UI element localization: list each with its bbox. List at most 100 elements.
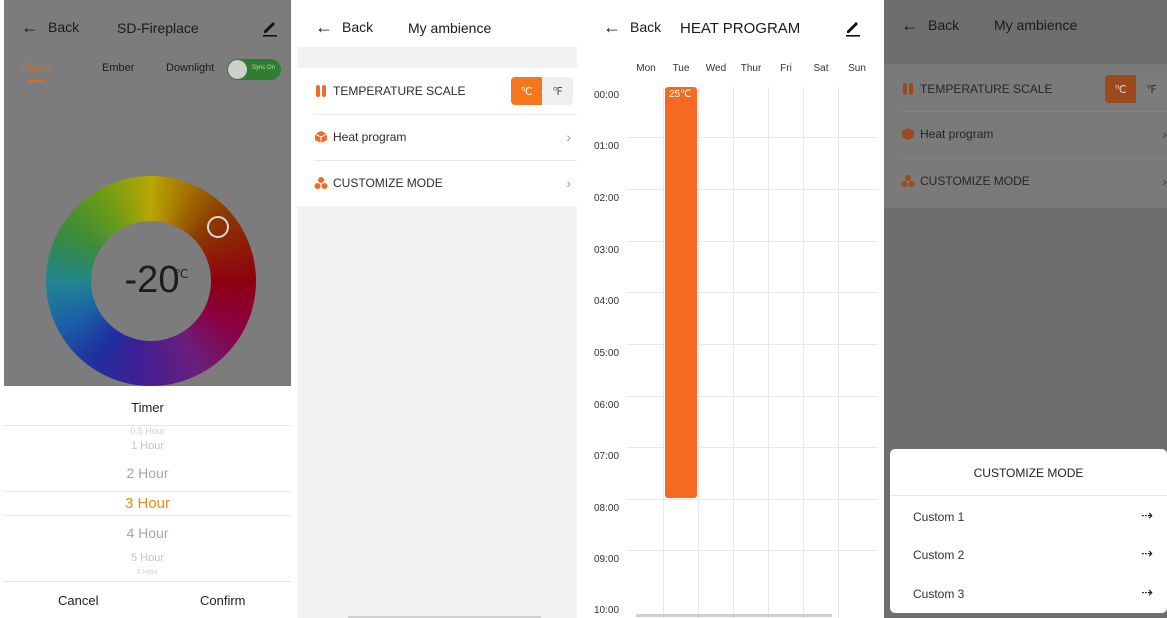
time-label: 10:00: [594, 605, 620, 616]
selection-line-bottom: [4, 515, 291, 516]
grid-line: [803, 87, 804, 618]
tab-flame[interactable]: Flame: [20, 62, 51, 82]
settings-menu-dimmed: TEMPERATURE SCALE ℃ ℉ Heat program › CUS…: [884, 64, 1167, 208]
page-title: SD-Fireplace: [117, 20, 199, 36]
menu-item-customize-mode[interactable]: CUSTOMIZE MODE ›: [297, 160, 577, 206]
time-label: 02:00: [594, 193, 620, 204]
time-label: 04:00: [594, 296, 620, 307]
grid-line: [627, 550, 878, 551]
arrow-right-icon: ⇢: [1141, 545, 1153, 561]
unit-fahrenheit-button[interactable]: ℉: [1136, 75, 1167, 103]
timer-option[interactable]: 5 Hour: [4, 552, 291, 564]
timer-option[interactable]: 1 Hour: [4, 440, 291, 452]
color-wheel-handle[interactable]: [207, 216, 229, 238]
time-label: 06:00: [594, 400, 620, 411]
grid-line: [733, 87, 734, 618]
timer-option[interactable]: 2 Hour: [4, 465, 291, 481]
settings-menu: TEMPERATURE SCALE ℃ ℉ Heat program › CUS…: [297, 68, 577, 206]
cube-icon: [314, 131, 328, 143]
menu-item-label: TEMPERATURE SCALE: [920, 82, 1053, 96]
custom-option-label: Custom 1: [913, 510, 965, 524]
day-header-fri: Fri: [780, 63, 792, 74]
timer-option[interactable]: 0.5 Hour: [4, 426, 291, 436]
day-header-mon: Mon: [636, 63, 656, 74]
divider: [4, 581, 291, 582]
thermo-bars-icon: [316, 85, 326, 97]
dots-cluster-icon: [901, 175, 915, 187]
heat-program-block[interactable]: 25℃: [665, 87, 697, 498]
unit-celsius-button[interactable]: ℃: [511, 77, 542, 105]
confirm-button[interactable]: Confirm: [200, 593, 246, 608]
edit-icon[interactable]: [261, 19, 279, 37]
menu-item-label: Heat program: [920, 127, 994, 141]
fireplace-panel: ← Back SD-Fireplace Flame Ember Downligh…: [4, 0, 291, 618]
arrow-right-icon: ⇢: [1141, 584, 1153, 600]
thermo-bars-icon: [903, 83, 913, 95]
unit-selector: ℃ ℉: [1105, 75, 1167, 103]
day-header-thur: Thur: [740, 63, 762, 74]
menu-item-label: TEMPERATURE SCALE: [333, 84, 466, 98]
timer-option[interactable]: 4 Hour: [4, 525, 291, 541]
menu-item-temperature-scale[interactable]: TEMPERATURE SCALE ℃ ℉: [884, 66, 1167, 112]
customize-mode-sheet: CUSTOMIZE MODE Custom 1 ⇢ Custom 2 ⇢ Cus…: [890, 449, 1167, 613]
menu-item-heat-program[interactable]: Heat program ›: [884, 111, 1167, 157]
tab-downlight[interactable]: Downlight: [166, 62, 214, 74]
dots-cluster-icon: [314, 177, 328, 189]
unit-fahrenheit-button[interactable]: ℉: [542, 77, 573, 105]
grid-line: [698, 87, 699, 618]
back-button[interactable]: ← Back: [603, 18, 661, 36]
menu-item-temperature-scale[interactable]: TEMPERATURE SCALE ℃ ℉: [297, 68, 577, 114]
page-title: My ambience: [994, 17, 1078, 33]
menu-item-heat-program[interactable]: Heat program ›: [297, 114, 577, 160]
chevron-right-icon: ›: [1162, 173, 1167, 189]
toggle-knob: [228, 60, 247, 79]
unit-celsius-button[interactable]: ℃: [1105, 75, 1136, 103]
timer-option[interactable]: 6 Hour: [4, 569, 291, 576]
day-header-sat: Sat: [813, 63, 829, 74]
menu-item-customize-mode[interactable]: CUSTOMIZE MODE ›: [884, 158, 1167, 204]
arrow-right-icon: ⇢: [1141, 507, 1153, 523]
back-label: Back: [928, 17, 960, 33]
heat-program-panel: ← Back HEAT PROGRAM Mon Tue Wed Thur Fri…: [581, 0, 878, 618]
time-label: 09:00: [594, 554, 620, 565]
timer-sheet: Timer 0.5 Hour 1 Hour 2 Hour 3 Hour 4 Ho…: [4, 386, 291, 618]
cancel-button[interactable]: Cancel: [58, 593, 98, 608]
custom-option-2[interactable]: Custom 2 ⇢: [890, 536, 1167, 574]
screenshot-collage: ← Back SD-Fireplace Flame Ember Downligh…: [0, 0, 1167, 618]
back-label: Back: [342, 19, 374, 35]
program-temperature: 25℃: [669, 89, 692, 100]
custom-option-1[interactable]: Custom 1 ⇢: [890, 498, 1167, 536]
page-title: My ambience: [408, 20, 492, 36]
custom-option-label: Custom 3: [913, 587, 965, 601]
back-arrow-icon: ←: [901, 15, 919, 35]
cube-icon: [902, 128, 914, 140]
chevron-right-icon: ›: [566, 175, 571, 191]
chevron-right-icon: ›: [1162, 126, 1167, 142]
sync-toggle[interactable]: Sync On: [227, 59, 281, 80]
grid-line: [838, 87, 839, 618]
menu-item-label: CUSTOMIZE MODE: [920, 174, 1030, 188]
page-title: HEAT PROGRAM: [680, 20, 801, 37]
time-label: 00:00: [594, 90, 620, 101]
back-label: Back: [48, 19, 80, 35]
custom-option-3[interactable]: Custom 3 ⇢: [890, 575, 1167, 613]
back-arrow-icon: ←: [603, 17, 621, 37]
back-arrow-icon: ←: [315, 17, 333, 37]
menu-item-label: CUSTOMIZE MODE: [333, 176, 443, 190]
temperature-unit: ℃: [175, 267, 189, 281]
timer-option-selected[interactable]: 3 Hour: [4, 495, 291, 512]
home-indicator: [636, 614, 832, 617]
day-header-tue: Tue: [672, 63, 690, 74]
unit-selector: ℃ ℉: [511, 77, 573, 105]
back-button[interactable]: ← Back: [315, 18, 373, 36]
back-label: Back: [630, 19, 662, 35]
grid-line: [663, 87, 664, 618]
edit-icon[interactable]: [844, 19, 862, 37]
back-button[interactable]: ← Back: [21, 18, 79, 36]
back-button[interactable]: ← Back: [901, 16, 959, 34]
time-label: 01:00: [594, 141, 620, 152]
tab-ember[interactable]: Ember: [102, 62, 134, 74]
back-arrow-icon: ←: [21, 17, 39, 37]
custom-option-label: Custom 2: [913, 548, 965, 562]
day-header-sun: Sun: [848, 63, 866, 74]
